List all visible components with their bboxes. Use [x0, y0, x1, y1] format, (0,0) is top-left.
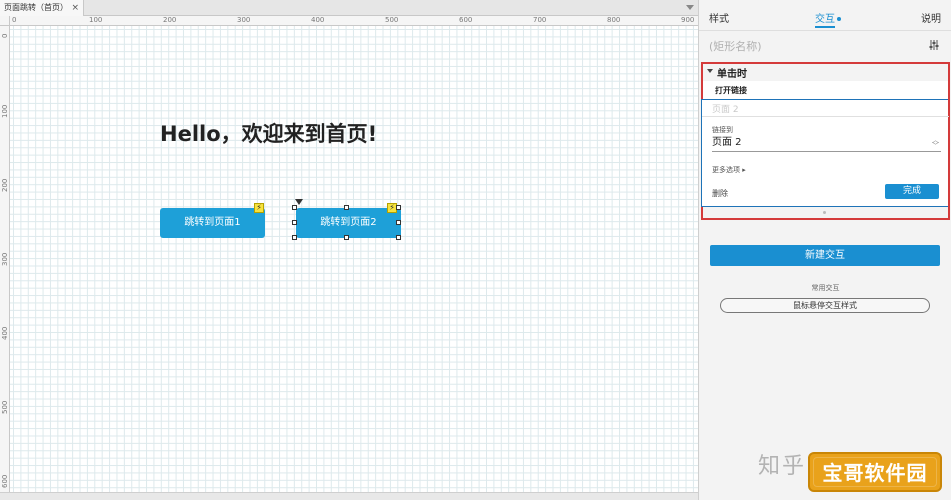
ruler-corner: [0, 16, 10, 26]
action-open-link[interactable]: 打开链接: [703, 81, 948, 99]
common-interactions-label: 常用交互: [811, 284, 840, 292]
event-label: 单击时: [717, 69, 747, 80]
action-label: 打开链接: [715, 86, 747, 95]
collapse-triangle-icon[interactable]: [707, 69, 713, 73]
resize-handle[interactable]: [344, 235, 349, 240]
link-to-label: 链接到: [712, 126, 733, 134]
jump-page2-button[interactable]: 跳转到页面2: [296, 208, 401, 238]
ruler-tick: 200: [163, 16, 177, 24]
tab-notes[interactable]: 说明: [921, 10, 941, 25]
link-target-value: 页面 2: [712, 137, 742, 148]
resize-handle[interactable]: [344, 205, 349, 210]
document-tab-title: 页面跳转（首页）: [4, 3, 68, 12]
tab-style[interactable]: 样式: [709, 10, 729, 25]
ruler-tick: 100: [89, 16, 103, 24]
tab-interaction-label: 交互: [815, 14, 835, 25]
page-heading[interactable]: Hello，欢迎来到首页!: [160, 118, 377, 148]
updown-chevron-icon: ︿ ﹀: [932, 136, 939, 150]
delete-link[interactable]: 删除: [712, 188, 728, 199]
ruler-tick: 500: [385, 16, 399, 24]
ruler-tick: 300: [1, 252, 9, 266]
ruler-tick: 700: [533, 16, 547, 24]
action-settings: 页面 2 链接到 页面 2 ︿ ﹀ 更多选项 ▸ 删除 完成: [701, 99, 949, 207]
ruler-tick: 0: [1, 33, 9, 38]
site-watermark-text: 宝哥软件园: [813, 457, 937, 487]
ruler-tick: 600: [1, 474, 9, 488]
resize-handle[interactable]: [292, 235, 297, 240]
dot-indicator-icon: [837, 17, 841, 21]
ruler-tick: 900: [681, 16, 695, 24]
grip-dot-icon: [823, 211, 826, 214]
editor-footer: [703, 208, 948, 218]
resize-handle[interactable]: [396, 235, 401, 240]
divider: [699, 30, 951, 31]
divider: [702, 116, 949, 117]
ruler-tick: 200: [1, 178, 9, 192]
resize-handle[interactable]: [396, 205, 401, 210]
link-target-select[interactable]: 页面 2 ︿ ﹀: [712, 136, 941, 152]
settings-sliders-icon[interactable]: [929, 40, 939, 50]
ruler-tick: 100: [1, 104, 9, 118]
ruler-tick: 500: [1, 400, 9, 414]
active-tab-indicator: [815, 26, 835, 28]
event-onclick[interactable]: 单击时: [703, 64, 948, 80]
done-button[interactable]: 完成: [885, 184, 939, 199]
tab-interaction[interactable]: 交互: [815, 10, 841, 25]
inspector-panel: 样式 交互 说明 (矩形名称) 单击时 打开链接 页面 2 链接到 页面 2 ︿…: [698, 0, 951, 500]
ruler-tick: 0: [12, 16, 17, 24]
close-icon[interactable]: ×: [71, 0, 79, 16]
jump-page1-label: 跳转到页面1: [184, 217, 241, 228]
new-interaction-button[interactable]: 新建交互: [710, 245, 940, 266]
jump-page2-label: 跳转到页面2: [320, 217, 377, 228]
ruler-tick: 800: [607, 16, 621, 24]
tab-dropdown-icon[interactable]: [686, 5, 694, 10]
jump-page1-button[interactable]: 跳转到页面1: [160, 208, 265, 238]
top-ruler: 0 100 200 300 400 500 600 700 800 900: [10, 16, 698, 26]
hover-style-button[interactable]: 鼠标悬停交互样式: [720, 298, 930, 313]
document-tab-bar: 页面跳转（首页） ×: [0, 0, 698, 16]
shape-name-field[interactable]: (矩形名称): [709, 38, 762, 54]
app-window: 页面跳转（首页） × 0 100 200 300 400 500 600 700…: [0, 0, 951, 500]
site-watermark-logo: 宝哥软件园: [808, 452, 942, 492]
ruler-tick: 300: [237, 16, 251, 24]
resize-handle[interactable]: [292, 205, 297, 210]
lightning-icon: ⚡: [254, 203, 264, 213]
document-tab[interactable]: 页面跳转（首页） ×: [0, 0, 84, 16]
ruler-tick: 600: [459, 16, 473, 24]
design-canvas[interactable]: Hello，欢迎来到首页! 跳转到页面1 ⚡ 跳转到页面2 ⚡: [10, 26, 698, 492]
ruler-tick: 400: [311, 16, 325, 24]
ghost-value: 页面 2: [712, 105, 739, 115]
left-ruler: 0 100 200 300 400 500 600: [0, 26, 10, 500]
interaction-editor: 单击时 打开链接 页面 2 链接到 页面 2 ︿ ﹀ 更多选项 ▸ 删除 完成: [701, 62, 950, 220]
resize-handle[interactable]: [396, 220, 401, 225]
ruler-tick: 400: [1, 326, 9, 340]
more-options-link[interactable]: 更多选项 ▸: [712, 165, 746, 175]
resize-handle[interactable]: [292, 220, 297, 225]
horizontal-scrollbar[interactable]: [0, 492, 698, 500]
